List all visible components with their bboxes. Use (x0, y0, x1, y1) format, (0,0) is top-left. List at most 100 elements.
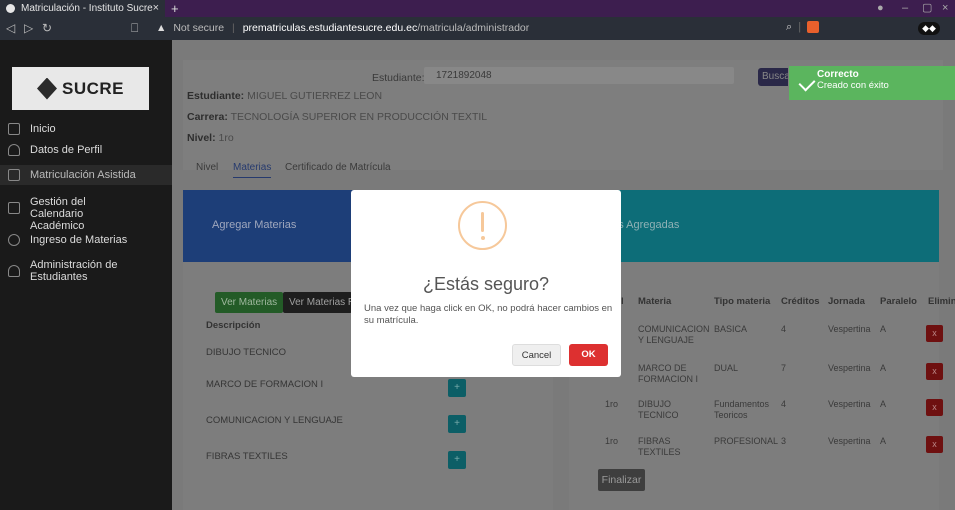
row-creditos: 3 (781, 436, 787, 446)
id-card-icon (8, 169, 20, 181)
site-favicon-icon (6, 4, 15, 13)
grid-icon (8, 123, 20, 135)
row-tipo: BASICA (714, 324, 748, 334)
sidebar-item-label: Gestión del Calendario Académico (30, 196, 86, 232)
logo-mark-icon (36, 77, 57, 100)
browser-tab-title: Matriculación - Instituto Sucre (21, 3, 153, 14)
url-path: /matricula/administrador (417, 22, 530, 34)
ok-button[interactable]: OK (569, 344, 608, 366)
delete-subject-button[interactable]: x (926, 399, 943, 416)
row-paralelo: A (880, 436, 887, 446)
close-window-icon[interactable]: × (942, 0, 948, 17)
added-subjects-header: rias Agregadas (569, 190, 939, 262)
shields-icon[interactable] (807, 21, 820, 34)
subject-item: FIBRAS TEXTILES (206, 451, 288, 462)
subject-item: MARCO DE FORMACION I (206, 379, 324, 390)
sidebar-item-perfil[interactable]: Datos de Perfil (0, 144, 172, 156)
row-paralelo: A (880, 399, 887, 409)
row-tipo: DUAL (714, 363, 739, 373)
row-jornada: Vespertina (828, 324, 871, 334)
bookmark-icon[interactable]: ⎕ (131, 21, 138, 36)
minimize-icon[interactable]: – (902, 0, 908, 17)
add-subject-button[interactable]: + (448, 415, 466, 433)
col-tipo: Tipo materia (714, 296, 771, 307)
student-name-row: Estudiante: MIGUEL GUTIERREZ LEON (187, 90, 383, 102)
tab-nivel[interactable]: Nivel (196, 162, 218, 173)
row-nivel: 1ro (605, 436, 619, 446)
row-jornada: Vespertina (828, 399, 871, 409)
dialog-text: Una vez que haga click en OK, no podrá h… (364, 303, 613, 326)
reload-icon[interactable]: ↻ (42, 21, 52, 35)
row-materia: MARCO DE FORMACION I (638, 363, 698, 384)
sidebar-item-estudiantes[interactable]: Administración de Estudiantes (0, 259, 172, 283)
tab-certificado[interactable]: Certificado de Matrícula (285, 162, 391, 173)
users-icon (8, 265, 20, 277)
maximize-icon[interactable]: ▢ (922, 0, 932, 17)
subject-item: DIBUJO TECNICO (206, 347, 287, 358)
col-paralelo: Paralelo (880, 296, 917, 307)
finalize-button[interactable]: Finalizar (598, 469, 645, 491)
check-icon (798, 74, 816, 92)
sidebar-item-inicio[interactable]: Inicio (0, 123, 172, 135)
sidebar-item-label: Inicio (30, 123, 56, 135)
subject-item: COMUNICACION Y LENGUAJE (206, 415, 343, 426)
warning-bar (481, 212, 484, 232)
view-subjects-button[interactable]: Ver Materias (215, 292, 284, 313)
view-subjects-r-button[interactable]: Ver Materias R (283, 292, 352, 313)
url-host: prematriculas.estudiantesucre.edu.ec (242, 22, 418, 34)
zoom-icon[interactable]: ⌕ (786, 21, 792, 33)
gear-icon (8, 234, 20, 246)
delete-subject-button[interactable]: x (926, 436, 943, 453)
level-row: Nivel: 1ro (187, 132, 234, 144)
tab-materias[interactable]: Materias (233, 162, 272, 178)
add-subject-button[interactable]: + (448, 379, 466, 397)
row-paralelo: A (880, 363, 887, 373)
student-search-label: Estudiante: (372, 72, 425, 84)
added-subjects-panel: rias Agregadas (569, 190, 939, 510)
back-icon[interactable]: ◁ (6, 21, 15, 35)
row-materia: DIBUJO TECNICO (638, 399, 679, 420)
row-materia: COMUNICACION Y LENGUAJE (638, 324, 710, 345)
warning-icon (458, 201, 507, 250)
col-eliminar: Elimina (928, 296, 955, 307)
forward-icon[interactable]: ▷ (24, 21, 33, 35)
sidebar-item-label: Matriculación Asistida (30, 169, 136, 181)
row-creditos: 7 (781, 363, 787, 373)
cancel-button[interactable]: Cancel (512, 344, 561, 366)
row-creditos: 4 (781, 399, 787, 409)
delete-subject-button[interactable]: x (926, 363, 943, 380)
browser-tab[interactable]: Matriculación - Instituto Sucre × (0, 0, 165, 17)
sucre-logo[interactable]: SUCRE (12, 67, 149, 110)
sidebar-item-matriculacion[interactable]: Matriculación Asistida (0, 165, 172, 185)
col-materia: Materia (638, 296, 672, 307)
career-row: Carrera: TECNOLOGÍA SUPERIOR EN PRODUCCI… (187, 111, 488, 123)
sidebar-item-materias[interactable]: Ingreso de Materias (0, 234, 172, 246)
profile-icon[interactable]: ● (877, 0, 884, 17)
row-tipo: Fundamentos Teoricos (714, 399, 770, 420)
delete-subject-button[interactable]: x (926, 325, 943, 342)
browser-tab-bar: Matriculación - Instituto Sucre × + ● – … (0, 0, 955, 17)
sidebar-item-calendario[interactable]: Gestión del Calendario Académico (0, 196, 172, 232)
col-nivel: l (621, 296, 624, 307)
url-separator: | (232, 22, 235, 34)
warning-dot (480, 236, 485, 240)
row-tipo: PROFESIONAL (714, 436, 779, 446)
url-field[interactable]: ▲ Not secure | prematriculas.estudiantes… (156, 22, 529, 34)
new-tab-icon[interactable]: + (171, 0, 179, 17)
search-button[interactable]: Buscar (758, 68, 788, 86)
logo-text: SUCRE (61, 78, 124, 98)
toast-message: Creado con éxito (817, 80, 889, 91)
row-paralelo: A (880, 324, 887, 334)
add-subject-button[interactable]: + (448, 451, 466, 469)
row-nivel: 1ro (605, 399, 619, 409)
col-jornada: Jornada (828, 296, 865, 307)
student-search-input[interactable]: 1721892048 (424, 67, 734, 84)
row-materia: FIBRAS TEXTILES (638, 436, 681, 457)
close-tab-icon[interactable]: × (153, 2, 159, 14)
address-bar: ◁ ▷ ↻ ⎕ ▲ Not secure | prematriculas.est… (0, 17, 955, 40)
extension-icon[interactable]: ◆◆ (918, 22, 940, 35)
url-warning: Not secure (173, 22, 225, 34)
row-jornada: Vespertina (828, 363, 871, 373)
warning-icon: ▲ (156, 22, 167, 34)
sidebar-item-label: Ingreso de Materias (30, 234, 128, 246)
